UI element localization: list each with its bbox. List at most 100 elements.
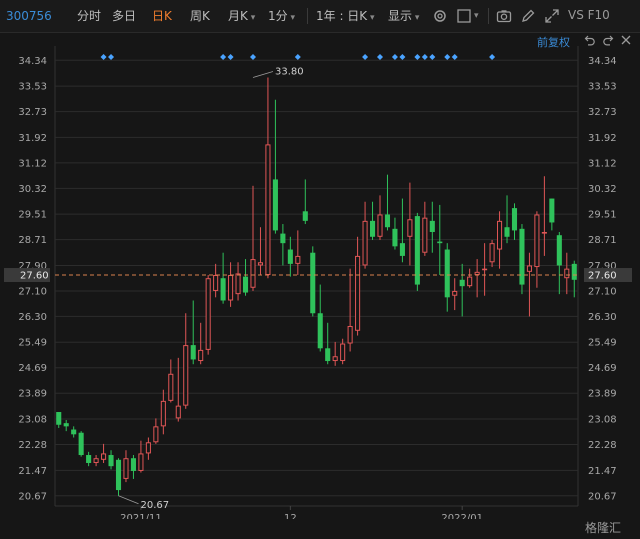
candle-body[interactable] bbox=[355, 255, 361, 331]
candle-body[interactable] bbox=[257, 262, 264, 266]
event-marker-icon[interactable] bbox=[421, 54, 428, 60]
candle-body[interactable] bbox=[205, 278, 211, 350]
candle-body[interactable] bbox=[467, 276, 473, 287]
candle-body[interactable] bbox=[482, 268, 488, 271]
candle-body[interactable] bbox=[220, 278, 226, 301]
candle-body[interactable] bbox=[265, 144, 271, 276]
pen-icon[interactable] bbox=[520, 8, 536, 24]
candle-body[interactable] bbox=[556, 235, 562, 266]
event-marker-icon[interactable] bbox=[220, 54, 227, 60]
candle-body[interactable] bbox=[130, 458, 136, 471]
candle-body[interactable] bbox=[571, 263, 577, 280]
candle-body[interactable] bbox=[325, 348, 331, 362]
event-marker-icon[interactable] bbox=[489, 54, 496, 60]
candle-body[interactable] bbox=[422, 217, 428, 253]
candle-body[interactable] bbox=[56, 412, 62, 425]
candle-body[interactable] bbox=[123, 458, 129, 479]
tab-intraday[interactable]: 分时 bbox=[77, 8, 101, 24]
candle-body[interactable] bbox=[407, 219, 413, 237]
candle-body[interactable] bbox=[526, 265, 532, 272]
candle-body[interactable] bbox=[78, 432, 84, 456]
vs-f10-button[interactable]: VS F10 bbox=[568, 8, 610, 22]
candle-body[interactable] bbox=[101, 453, 107, 460]
event-marker-icon[interactable] bbox=[451, 54, 458, 60]
candle-body[interactable] bbox=[504, 227, 510, 237]
expand-icon[interactable] bbox=[544, 8, 560, 24]
candle-body[interactable] bbox=[153, 426, 159, 443]
candle-body[interactable] bbox=[168, 373, 174, 401]
candle-body[interactable] bbox=[295, 255, 301, 264]
candle-body[interactable] bbox=[108, 455, 114, 467]
candle-body[interactable] bbox=[242, 276, 249, 293]
event-marker-icon[interactable] bbox=[294, 54, 301, 60]
event-marker-icon[interactable] bbox=[108, 54, 115, 60]
event-marker-icon[interactable] bbox=[377, 54, 384, 60]
candle-body[interactable] bbox=[145, 442, 151, 454]
candle-body[interactable] bbox=[287, 249, 293, 264]
candle-body[interactable] bbox=[183, 345, 189, 406]
candle-body[interactable] bbox=[474, 271, 480, 276]
candle-body[interactable] bbox=[534, 214, 540, 268]
event-marker-icon[interactable] bbox=[100, 54, 107, 60]
candle-body[interactable] bbox=[414, 216, 420, 285]
checkbox-icon[interactable] bbox=[456, 8, 472, 24]
candle-body[interactable] bbox=[519, 228, 525, 285]
chevron-down-icon[interactable]: ▾ bbox=[474, 8, 479, 24]
candle-body[interactable] bbox=[250, 259, 256, 288]
candle-body[interactable] bbox=[564, 268, 570, 279]
stock-code[interactable]: 300756 bbox=[6, 8, 52, 24]
candle-body[interactable] bbox=[332, 356, 338, 362]
candlestick-chart[interactable]: 34.34 34.34 33.53 33.53 32.73 32.73 31.92 31.92… bbox=[0, 33, 640, 519]
candle-body[interactable] bbox=[213, 275, 219, 291]
event-marker-icon[interactable] bbox=[227, 54, 234, 60]
candle-body[interactable] bbox=[175, 405, 181, 419]
candle-body[interactable] bbox=[228, 275, 234, 301]
candle-body[interactable] bbox=[160, 400, 166, 427]
candle-body[interactable] bbox=[310, 252, 316, 314]
candle-body[interactable] bbox=[497, 220, 503, 250]
candle-body[interactable] bbox=[429, 220, 435, 233]
candle-body[interactable] bbox=[362, 220, 368, 266]
candle-body[interactable] bbox=[437, 241, 443, 244]
candle-body[interactable] bbox=[198, 349, 204, 362]
candle-body[interactable] bbox=[63, 423, 69, 427]
candle-body[interactable] bbox=[541, 232, 547, 234]
event-marker-icon[interactable] bbox=[414, 54, 421, 60]
tab-weekly-k[interactable]: 周K bbox=[190, 8, 210, 24]
candle-body[interactable] bbox=[369, 220, 376, 237]
candle-body[interactable] bbox=[489, 243, 495, 263]
settings-gear-icon[interactable] bbox=[432, 8, 448, 24]
candle-body[interactable] bbox=[272, 179, 278, 231]
candle-body[interactable] bbox=[340, 343, 346, 362]
candle-body[interactable] bbox=[235, 273, 241, 295]
event-marker-icon[interactable] bbox=[429, 54, 436, 60]
candle-body[interactable] bbox=[71, 429, 77, 435]
candle-body[interactable] bbox=[511, 208, 518, 231]
candle-body[interactable] bbox=[399, 243, 405, 256]
candle-body[interactable] bbox=[302, 211, 308, 221]
candle-body[interactable] bbox=[347, 325, 353, 344]
tab-monthly-k[interactable]: 月K bbox=[228, 8, 255, 26]
event-marker-icon[interactable] bbox=[399, 54, 406, 60]
candle-body[interactable] bbox=[280, 233, 286, 244]
camera-icon[interactable] bbox=[496, 8, 512, 24]
candle-body[interactable] bbox=[377, 214, 383, 237]
tab-multi-day[interactable]: 多日 bbox=[112, 8, 136, 24]
candle-body[interactable] bbox=[115, 459, 122, 491]
display-select[interactable]: 显示 bbox=[388, 8, 419, 26]
candle-body[interactable] bbox=[444, 249, 450, 298]
tab-minute[interactable]: 1分 bbox=[268, 8, 295, 26]
candle-body[interactable] bbox=[93, 458, 99, 463]
event-marker-icon[interactable] bbox=[444, 54, 451, 60]
candle-body[interactable] bbox=[190, 345, 196, 360]
candle-body[interactable] bbox=[392, 228, 398, 247]
candle-body[interactable] bbox=[317, 313, 323, 349]
tab-daily-k[interactable]: 日K bbox=[152, 8, 172, 24]
candle-body[interactable] bbox=[138, 453, 144, 471]
event-marker-icon[interactable] bbox=[249, 54, 256, 60]
candle-body[interactable] bbox=[384, 214, 391, 228]
event-marker-icon[interactable] bbox=[391, 54, 398, 60]
candle-body[interactable] bbox=[459, 279, 465, 287]
period-select[interactable]: 1年 : 日K bbox=[316, 8, 375, 26]
candle-body[interactable] bbox=[86, 455, 92, 463]
